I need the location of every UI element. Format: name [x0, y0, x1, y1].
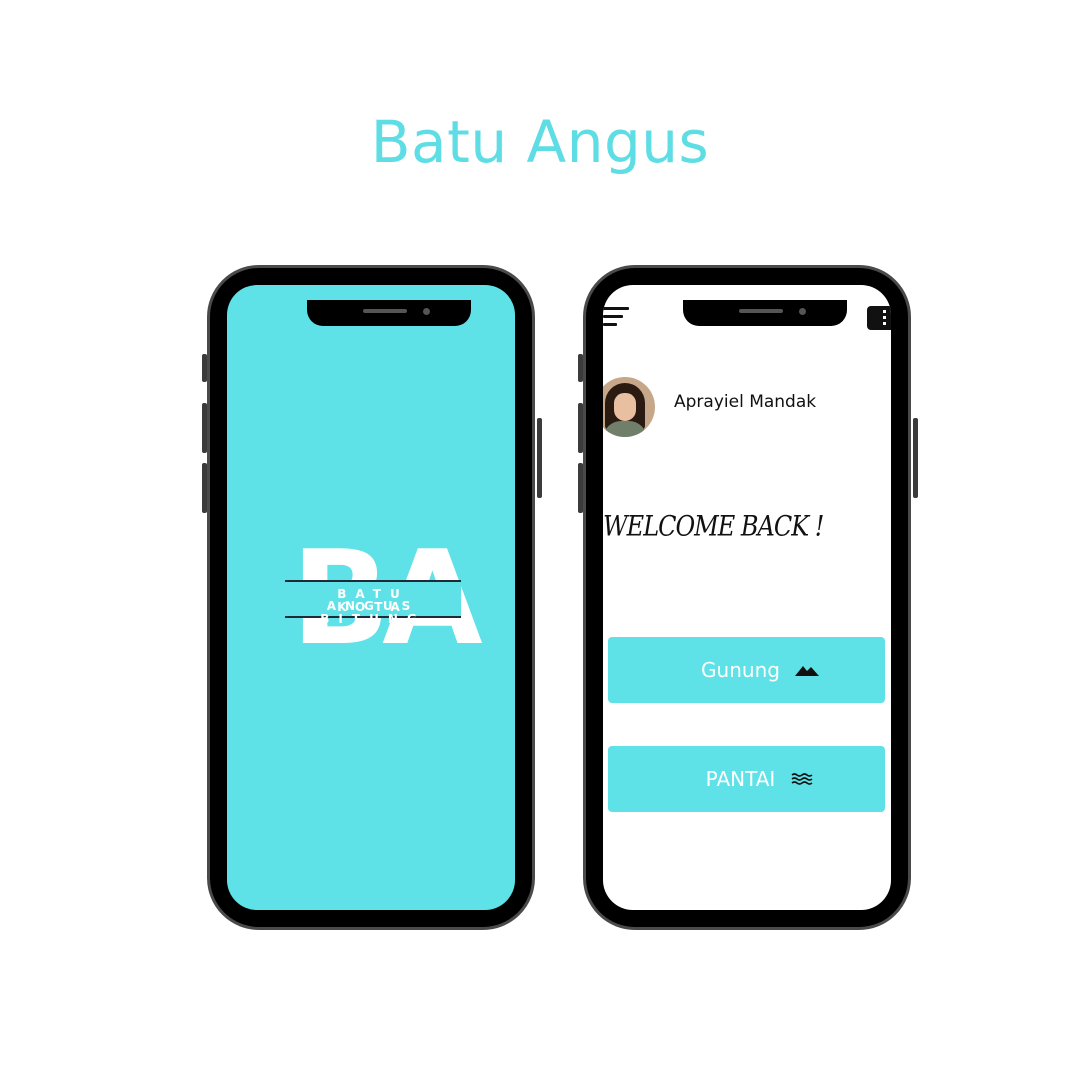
splash-screen: BA BATU ANGUS KOTA BITUNG	[227, 285, 515, 910]
speaker	[739, 309, 783, 313]
user-name: Aprayiel Mandak	[674, 392, 817, 412]
menu-icon[interactable]	[603, 307, 629, 327]
camera	[423, 308, 430, 315]
phone-home: Aprayiel Mandak WELCOME BACK ! Gunung PA…	[578, 265, 918, 930]
home-screen: Aprayiel Mandak WELCOME BACK ! Gunung PA…	[603, 285, 891, 910]
logo-line-2: KOTA BITUNG	[320, 600, 426, 626]
pantai-label: PANTAI	[705, 767, 776, 791]
speaker	[363, 309, 407, 313]
app-logo: BA BATU ANGUS KOTA BITUNG	[285, 533, 483, 663]
notch	[683, 300, 847, 326]
welcome-text: WELCOME BACK !	[603, 510, 824, 543]
pantai-button[interactable]: PANTAI	[608, 746, 885, 812]
ticket-icon[interactable]	[867, 306, 891, 330]
mountain-icon	[794, 666, 819, 676]
notch	[307, 300, 471, 326]
phone-splash: BA BATU ANGUS KOTA BITUNG	[202, 265, 542, 930]
logo-band: BATU ANGUS KOTA BITUNG	[285, 580, 461, 625]
gunung-button[interactable]: Gunung	[608, 637, 885, 703]
page-title: Batu Angus	[370, 108, 710, 176]
waves-icon	[791, 773, 813, 785]
gunung-label: Gunung	[701, 658, 780, 682]
avatar[interactable]	[603, 377, 655, 437]
camera	[799, 308, 806, 315]
